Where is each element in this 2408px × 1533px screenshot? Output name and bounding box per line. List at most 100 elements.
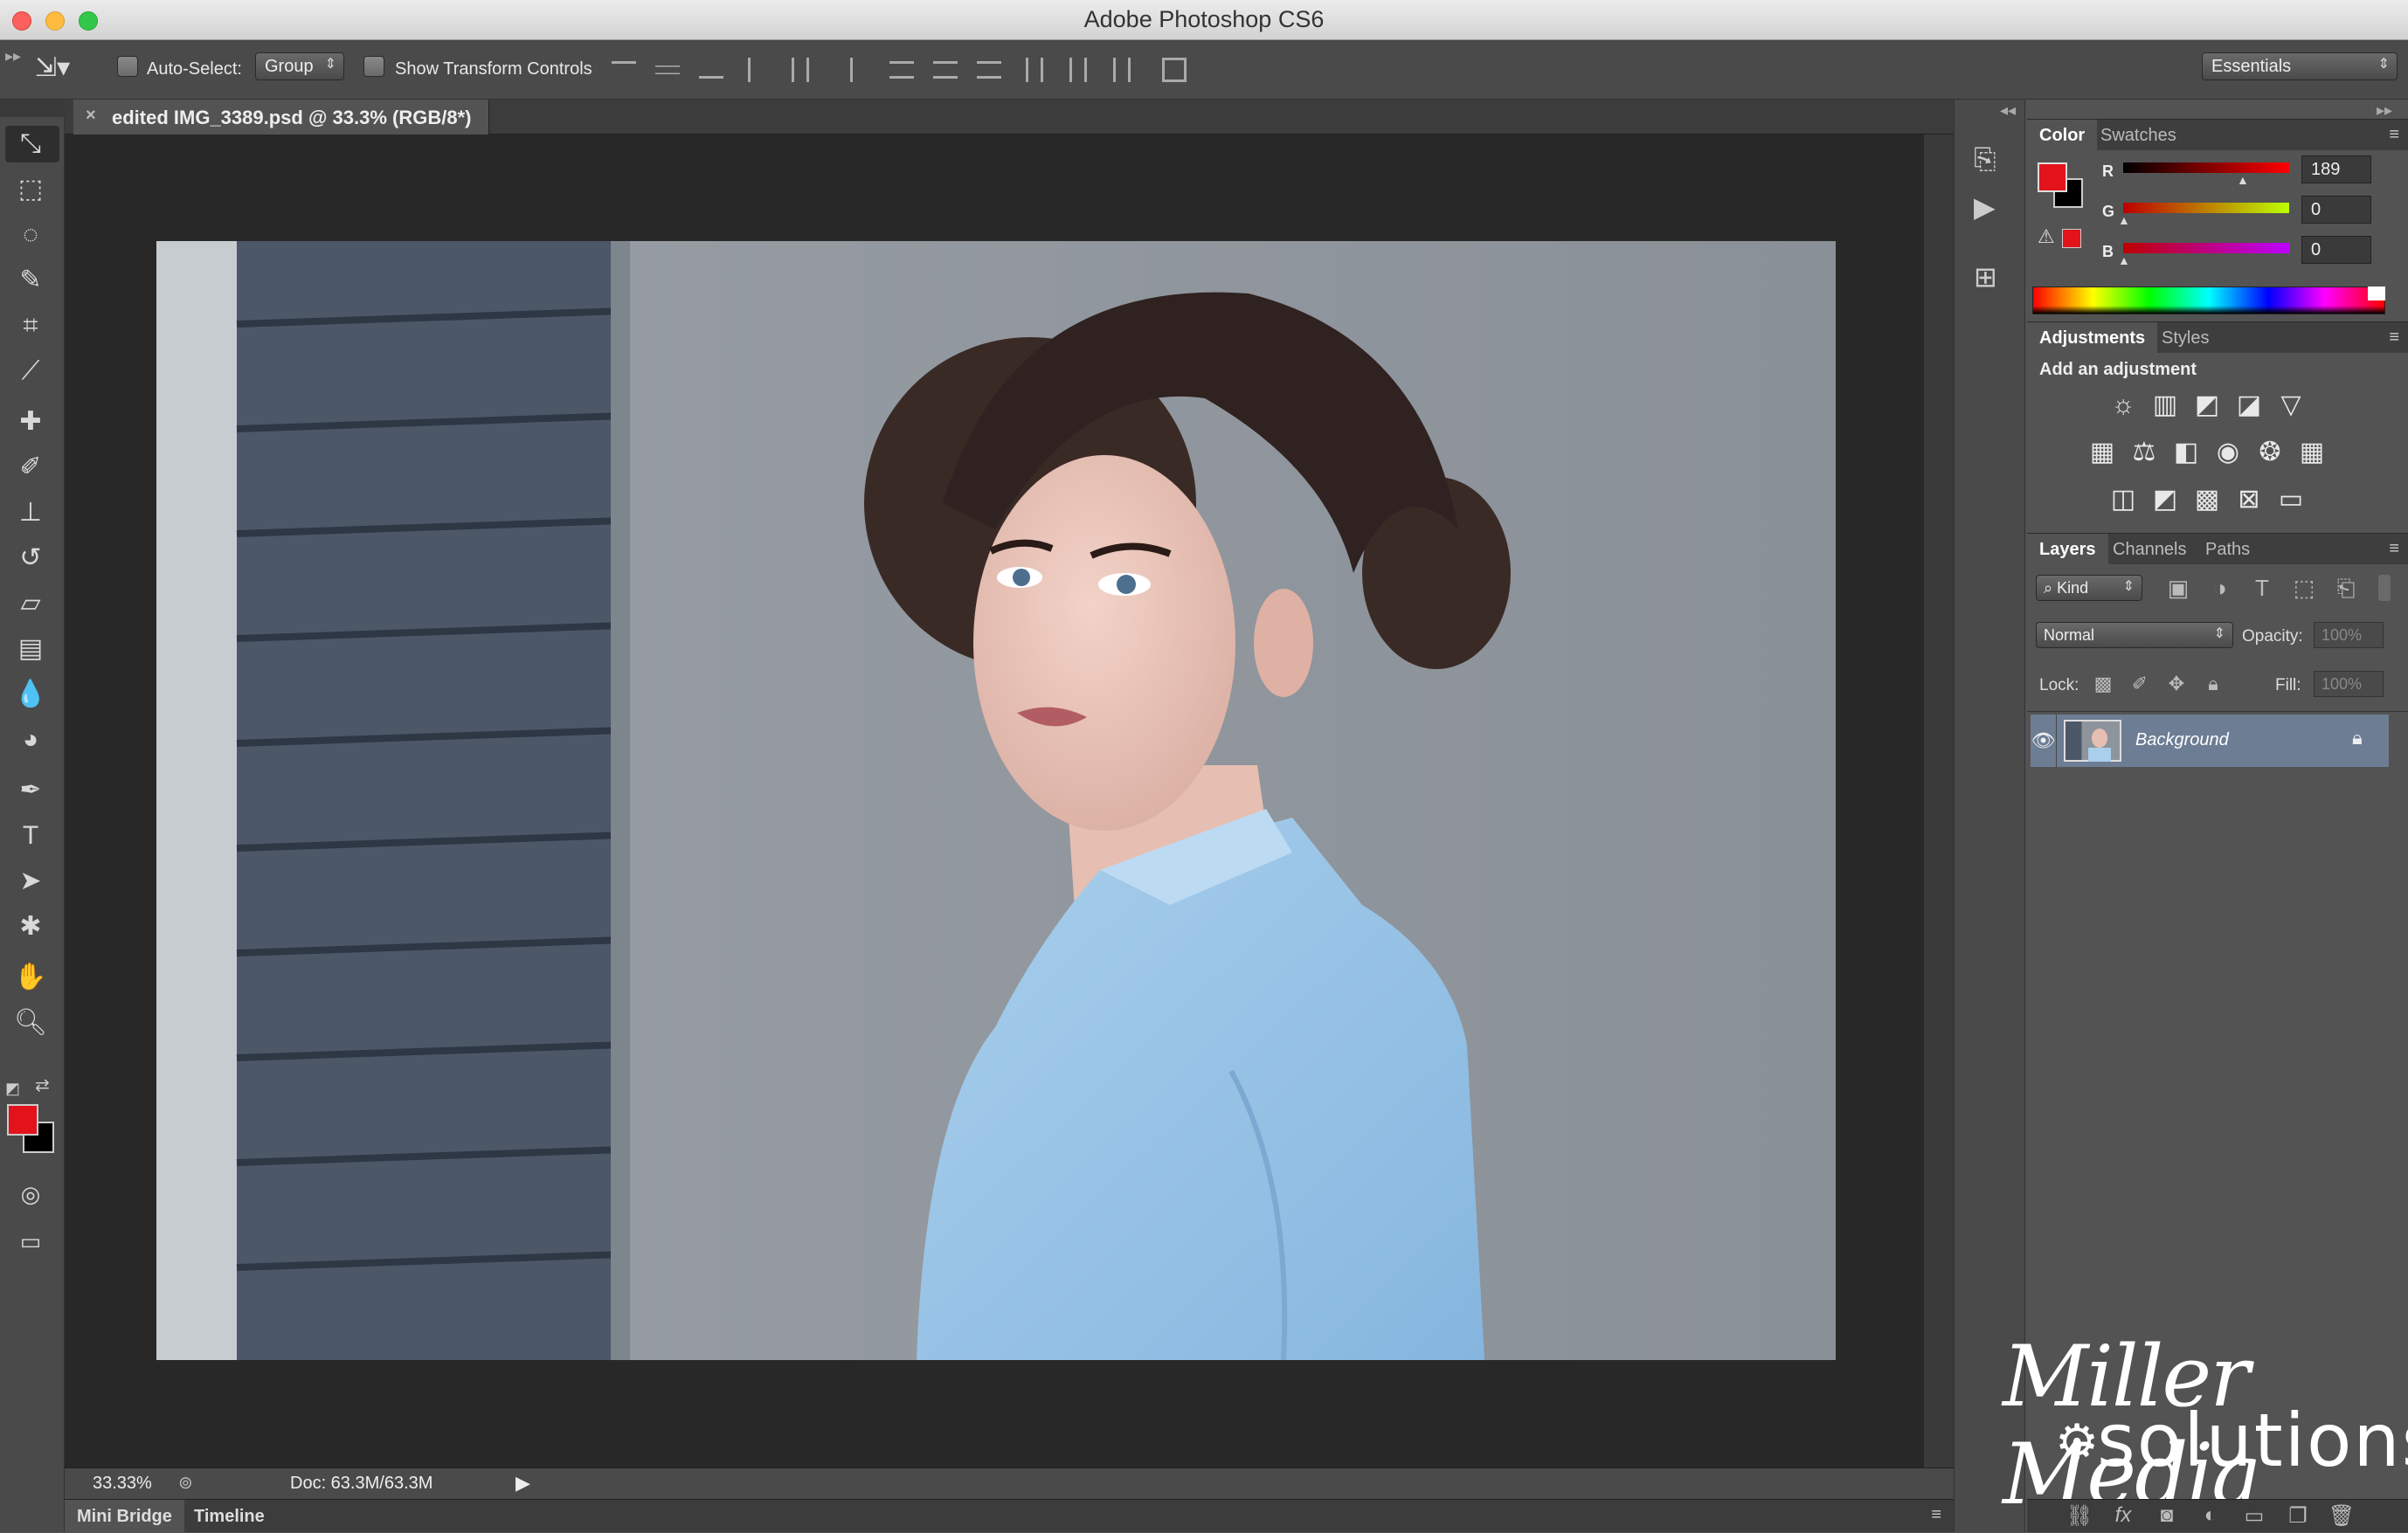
show-transform-checkbox[interactable]: [363, 56, 384, 77]
filter-smart-object-icon[interactable]: ⎗: [2331, 573, 2361, 603]
distribute-right-icon[interactable]: [1113, 58, 1131, 82]
distribute-top-icon[interactable]: [889, 61, 914, 79]
eye-visibility-icon[interactable]: 👁︎: [2031, 715, 2057, 767]
type-tool-icon[interactable]: T: [12, 818, 49, 854]
tab-layers[interactable]: Layers: [2027, 534, 2108, 565]
tab-color[interactable]: Color: [2027, 120, 2098, 151]
filter-adjustment-icon[interactable]: ◑: [2205, 573, 2235, 603]
blend-mode-dropdown[interactable]: Normal ⇕: [2036, 622, 2233, 648]
black-white-icon[interactable]: ◧: [2169, 435, 2204, 470]
lock-pixels-icon[interactable]: ✐: [2125, 669, 2155, 699]
collapse-icon[interactable]: ▸▸: [5, 47, 21, 66]
filter-type-icon[interactable]: T: [2247, 573, 2277, 603]
filter-shape-icon[interactable]: ⬚: [2289, 573, 2319, 603]
tab-paths[interactable]: Paths: [2193, 534, 2262, 565]
color-spectrum-bar[interactable]: [2032, 287, 2385, 314]
align-right-icon[interactable]: [835, 58, 853, 82]
gamut-color-swatch[interactable]: [2062, 229, 2081, 248]
r-slider[interactable]: [2123, 162, 2289, 173]
tab-swatches[interactable]: Swatches: [2088, 120, 2189, 151]
layer-row[interactable]: 👁︎ Background 🔒︎: [2031, 715, 2389, 767]
new-group-icon[interactable]: ▭: [2238, 1503, 2270, 1530]
expand-panels-icon[interactable]: ◂◂: [2000, 101, 2016, 120]
b-slider-handle[interactable]: ▲: [2118, 253, 2130, 267]
panel-menu-icon[interactable]: ≡: [2389, 125, 2399, 145]
status-info-icon[interactable]: ⊚: [178, 1472, 193, 1494]
blur-tool-icon[interactable]: 💧: [12, 676, 49, 713]
gradient-map-icon[interactable]: ▭: [2273, 482, 2308, 517]
document-canvas[interactable]: [156, 241, 1836, 1360]
hand-tool-icon[interactable]: ✋: [12, 959, 49, 996]
auto-select-dropdown[interactable]: Group ⇕: [255, 52, 344, 80]
r-value-field[interactable]: 189: [2301, 155, 2371, 183]
color-lookup-icon[interactable]: ▦: [2294, 435, 2329, 470]
lock-position-icon[interactable]: ✥: [2162, 669, 2191, 699]
invert-icon[interactable]: ◫: [2106, 482, 2141, 517]
auto-align-layers-icon[interactable]: [1162, 58, 1187, 82]
properties-panel-icon[interactable]: ⊞: [1974, 260, 1997, 293]
align-left-icon[interactable]: [748, 58, 765, 82]
tab-timeline[interactable]: Timeline: [182, 1500, 277, 1533]
default-colors-icon[interactable]: ◩: [5, 1080, 20, 1098]
g-slider[interactable]: [2123, 203, 2289, 213]
tools-panel-header[interactable]: [0, 100, 65, 117]
fill-field[interactable]: 100%: [2314, 671, 2384, 697]
color-balance-icon[interactable]: ⚖: [2127, 435, 2162, 470]
exposure-icon[interactable]: ◪: [2232, 388, 2266, 423]
panel-menu-icon[interactable]: ≡: [1931, 1505, 1941, 1525]
workspace-dropdown[interactable]: Essentials ⇕: [2202, 52, 2398, 80]
collapse-panels-icon[interactable]: ▸▸: [2377, 101, 2392, 120]
crop-tool-icon[interactable]: ⌗: [12, 307, 49, 344]
align-hcenter-icon[interactable]: [792, 58, 809, 82]
eraser-tool-icon[interactable]: ▱: [12, 585, 49, 622]
g-slider-handle[interactable]: ▲: [2118, 213, 2130, 227]
b-slider[interactable]: [2123, 243, 2289, 253]
link-layers-icon[interactable]: ⛓: [2064, 1503, 2095, 1530]
b-value-field[interactable]: 0: [2301, 236, 2371, 264]
adjustment-layer-icon[interactable]: ◐: [2195, 1503, 2226, 1530]
swap-colors-icon[interactable]: ⇄: [35, 1074, 50, 1096]
foreground-color-swatch[interactable]: [7, 1104, 38, 1136]
zoom-tool-icon[interactable]: 🔍︎: [12, 1005, 49, 1041]
distribute-left-icon[interactable]: [1026, 58, 1043, 82]
add-mask-icon[interactable]: ◙: [2151, 1503, 2183, 1530]
tab-mini-bridge[interactable]: Mini Bridge: [65, 1500, 184, 1533]
vibrance-icon[interactable]: ▽: [2273, 388, 2308, 423]
align-bottom-icon[interactable]: [699, 61, 723, 79]
filter-toggle[interactable]: [2378, 575, 2391, 601]
new-layer-icon[interactable]: ❐: [2282, 1503, 2314, 1530]
tab-adjustments[interactable]: Adjustments: [2027, 322, 2158, 354]
vertical-scrollbar[interactable]: [1924, 135, 1954, 1467]
panel-menu-icon[interactable]: ≡: [2389, 539, 2399, 559]
opacity-field[interactable]: 100%: [2314, 622, 2384, 648]
move-tool-preset-icon[interactable]: ⇲▾: [35, 52, 70, 83]
hue-saturation-icon[interactable]: ▦: [2085, 435, 2120, 470]
pen-tool-icon[interactable]: ✒: [12, 772, 49, 809]
layer-style-icon[interactable]: fx: [2107, 1503, 2139, 1530]
auto-select-checkbox[interactable]: [117, 56, 138, 77]
tab-channels[interactable]: Channels: [2100, 534, 2199, 565]
dodge-tool-icon[interactable]: ◕: [12, 722, 49, 758]
tab-styles[interactable]: Styles: [2149, 322, 2221, 354]
distribute-bottom-icon[interactable]: [977, 61, 1001, 79]
delete-layer-icon[interactable]: 🗑︎: [2326, 1503, 2357, 1530]
healing-brush-tool-icon[interactable]: ✚: [12, 404, 49, 440]
lock-transparent-icon[interactable]: ▩: [2088, 669, 2118, 699]
actions-panel-icon[interactable]: ▶: [1974, 190, 1996, 224]
status-menu-arrow-icon[interactable]: ▶: [516, 1472, 530, 1495]
gamut-warning-icon[interactable]: ⚠: [2038, 225, 2055, 248]
channel-mixer-icon[interactable]: ❂: [2252, 435, 2287, 470]
white-swatch[interactable]: [2368, 287, 2385, 300]
quick-selection-tool-icon[interactable]: ✎: [12, 262, 49, 299]
curves-icon[interactable]: ◩: [2190, 388, 2225, 423]
align-top-icon[interactable]: [612, 61, 636, 79]
close-tab-icon[interactable]: ×: [86, 106, 96, 126]
brush-tool-icon[interactable]: ✐: [12, 449, 49, 486]
selective-color-icon[interactable]: ⊠: [2232, 482, 2266, 517]
eyedropper-tool-icon[interactable]: ⟋: [12, 353, 49, 390]
lasso-tool-icon[interactable]: ◌: [12, 217, 49, 253]
history-panel-icon[interactable]: ⎘: [1974, 143, 1996, 176]
panel-menu-icon[interactable]: ≡: [2389, 328, 2399, 348]
distribute-hcenter-icon[interactable]: [1069, 58, 1087, 82]
align-vcenter-icon[interactable]: [655, 66, 680, 74]
